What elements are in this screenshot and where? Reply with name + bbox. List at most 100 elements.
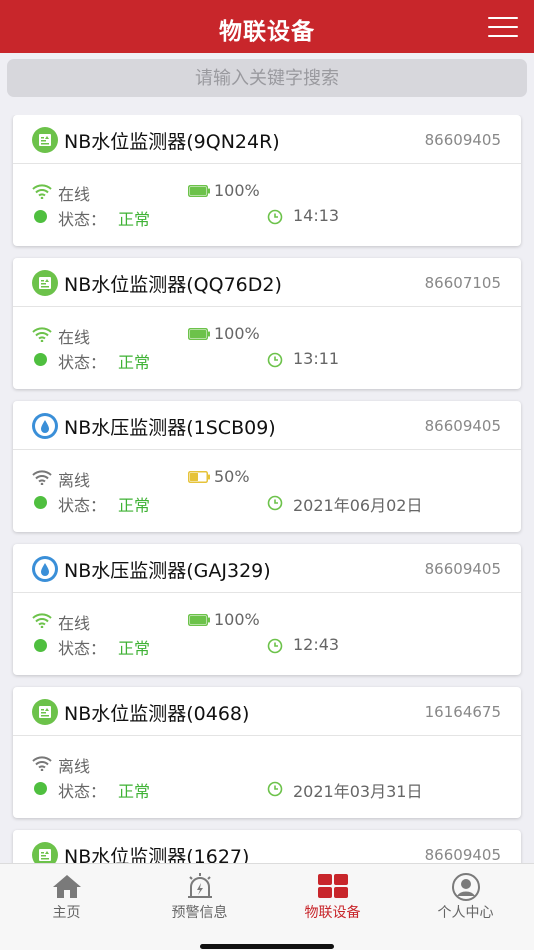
device-status-row: 状态： 正常 12:43 — [32, 635, 502, 658]
home-indicator — [200, 944, 334, 949]
status-dot — [34, 353, 47, 366]
device-card[interactable]: NB水位监测器(0468) 16164675 离线状态： 正常 2021年03月31日 — [13, 687, 521, 818]
clock-icon — [267, 495, 283, 511]
clock-icon — [267, 209, 283, 225]
device-name: NB水压监测器(1SCB09) — [64, 417, 276, 439]
water-pressure-icon — [32, 413, 58, 439]
battery-percent: 50% — [214, 467, 250, 486]
tab-profile[interactable]: 个人中心 — [399, 864, 532, 927]
device-name: NB水位监测器(9QN24R) — [64, 131, 280, 153]
status-value: 正常 — [118, 496, 151, 515]
last-update-time: 13:11 — [293, 349, 340, 368]
search-bar — [7, 59, 527, 97]
device-status-row: 状态： 正常 13:11 — [32, 349, 502, 372]
device-card-header: NB水压监测器(GAJ329) 86609405 — [13, 544, 521, 593]
wifi-icon — [32, 470, 52, 485]
status-dot — [34, 496, 47, 509]
battery-percent: 100% — [214, 324, 260, 343]
tab-label: 预警信息 — [171, 905, 228, 921]
device-number: 86609405 — [424, 131, 501, 149]
wifi-icon — [32, 756, 52, 771]
battery-percent: 100% — [214, 610, 260, 629]
device-number: 86609405 — [424, 417, 501, 435]
device-card[interactable]: NB水压监测器(GAJ329) 86609405 在线 100% 状态： 正常 12:43 — [13, 544, 521, 675]
device-card-header: NB水位监测器(9QN24R) 86609405 — [13, 115, 521, 164]
status-value: 正常 — [118, 782, 151, 801]
device-status-row: 状态： 正常 2021年06月02日 — [32, 492, 502, 515]
device-card[interactable]: NB水压监测器(1SCB09) 86609405 离线 50% 状态： 正常 2021年06… — [13, 401, 521, 532]
clock-icon — [267, 352, 283, 368]
device-card-header: NB水位监测器(QQ76D2) 86607105 — [13, 258, 521, 307]
device-info-row: 在线 100% — [32, 181, 502, 204]
tab-iot-devices[interactable]: 物联设备 — [266, 864, 399, 927]
device-number: 86609405 — [424, 846, 501, 863]
tab-home[interactable]: 主页 — [0, 864, 133, 927]
device-info-row: 离线 — [32, 754, 502, 776]
connection-status: 在线 — [58, 614, 91, 633]
device-card[interactable]: NB水位监测器(1627) 86609405 — [13, 830, 521, 863]
water-pressure-icon — [32, 556, 58, 582]
device-card-header: NB水压监测器(1SCB09) 86609405 — [13, 401, 521, 450]
status-value: 正常 — [118, 639, 151, 658]
connection-status: 在线 — [58, 328, 91, 347]
device-number: 86609405 — [424, 560, 501, 578]
tab-label: 个人中心 — [437, 905, 494, 921]
status-label: 状态： — [58, 353, 107, 372]
battery-icon — [188, 614, 210, 626]
device-list[interactable]: NB水位监测器(9QN24R) 86609405 在线 100% 状态： 正常 14:13 N… — [0, 115, 534, 863]
water-level-icon — [32, 127, 58, 153]
battery-icon — [188, 471, 210, 483]
tab-label: 主页 — [52, 905, 81, 921]
device-info-row: 离线 50% — [32, 467, 502, 490]
last-update-time: 14:13 — [293, 206, 340, 225]
connection-status: 离线 — [58, 757, 91, 776]
battery-percent: 100% — [214, 181, 260, 200]
status-dot — [34, 782, 47, 795]
device-number: 16164675 — [424, 703, 501, 721]
water-level-icon — [32, 270, 58, 296]
clock-icon — [267, 638, 283, 654]
device-name: NB水压监测器(GAJ329) — [64, 560, 271, 582]
device-name: NB水位监测器(0468) — [64, 703, 250, 725]
connection-status: 在线 — [58, 185, 91, 204]
tab-bar: 主页 预警信息 物联设备 个人中心 — [0, 863, 534, 926]
status-value: 正常 — [118, 210, 151, 229]
device-info-row: 在线 100% — [32, 610, 502, 633]
last-update-time: 12:43 — [293, 635, 340, 654]
device-status-row: 状态： 正常 14:13 — [32, 206, 502, 229]
device-card-header: NB水位监测器(0468) 16164675 — [13, 687, 521, 736]
device-name: NB水位监测器(QQ76D2) — [64, 274, 282, 296]
home-icon — [52, 875, 81, 898]
wifi-icon — [32, 613, 52, 628]
device-card[interactable]: NB水位监测器(QQ76D2) 86607105 在线 100% 状态： 正常 13:11 — [13, 258, 521, 389]
device-card[interactable]: NB水位监测器(9QN24R) 86609405 在线 100% 状态： 正常 14:13 — [13, 115, 521, 246]
water-level-icon — [32, 699, 58, 725]
last-update-time: 2021年03月31日 — [293, 782, 423, 801]
last-update-time: 2021年06月02日 — [293, 496, 423, 515]
tab-alerts[interactable]: 预警信息 — [133, 864, 266, 927]
search-input[interactable] — [7, 59, 527, 97]
status-label: 状态： — [58, 210, 107, 229]
water-level-icon — [32, 842, 58, 863]
status-label: 状态： — [58, 496, 107, 515]
device-status-row: 状态： 正常 2021年03月31日 — [32, 778, 502, 801]
status-dot — [34, 210, 47, 223]
device-number: 86607105 — [424, 274, 501, 292]
grid-icon — [317, 874, 348, 898]
status-dot — [34, 639, 47, 652]
wifi-icon — [32, 327, 52, 342]
connection-status: 离线 — [58, 471, 91, 490]
device-info-row: 在线 100% — [32, 324, 502, 347]
app-header: 物联设备 — [0, 0, 534, 53]
device-name: NB水位监测器(1627) — [64, 846, 250, 863]
status-label: 状态： — [58, 782, 107, 801]
clock-icon — [267, 781, 283, 797]
status-label: 状态： — [58, 639, 107, 658]
alarm-icon — [187, 873, 212, 898]
user-icon — [451, 873, 480, 901]
status-value: 正常 — [118, 353, 151, 372]
menu-icon[interactable] — [488, 17, 518, 37]
page-title: 物联设备 — [219, 19, 315, 45]
battery-icon — [188, 185, 210, 197]
device-card-header: NB水位监测器(1627) 86609405 — [13, 830, 521, 863]
